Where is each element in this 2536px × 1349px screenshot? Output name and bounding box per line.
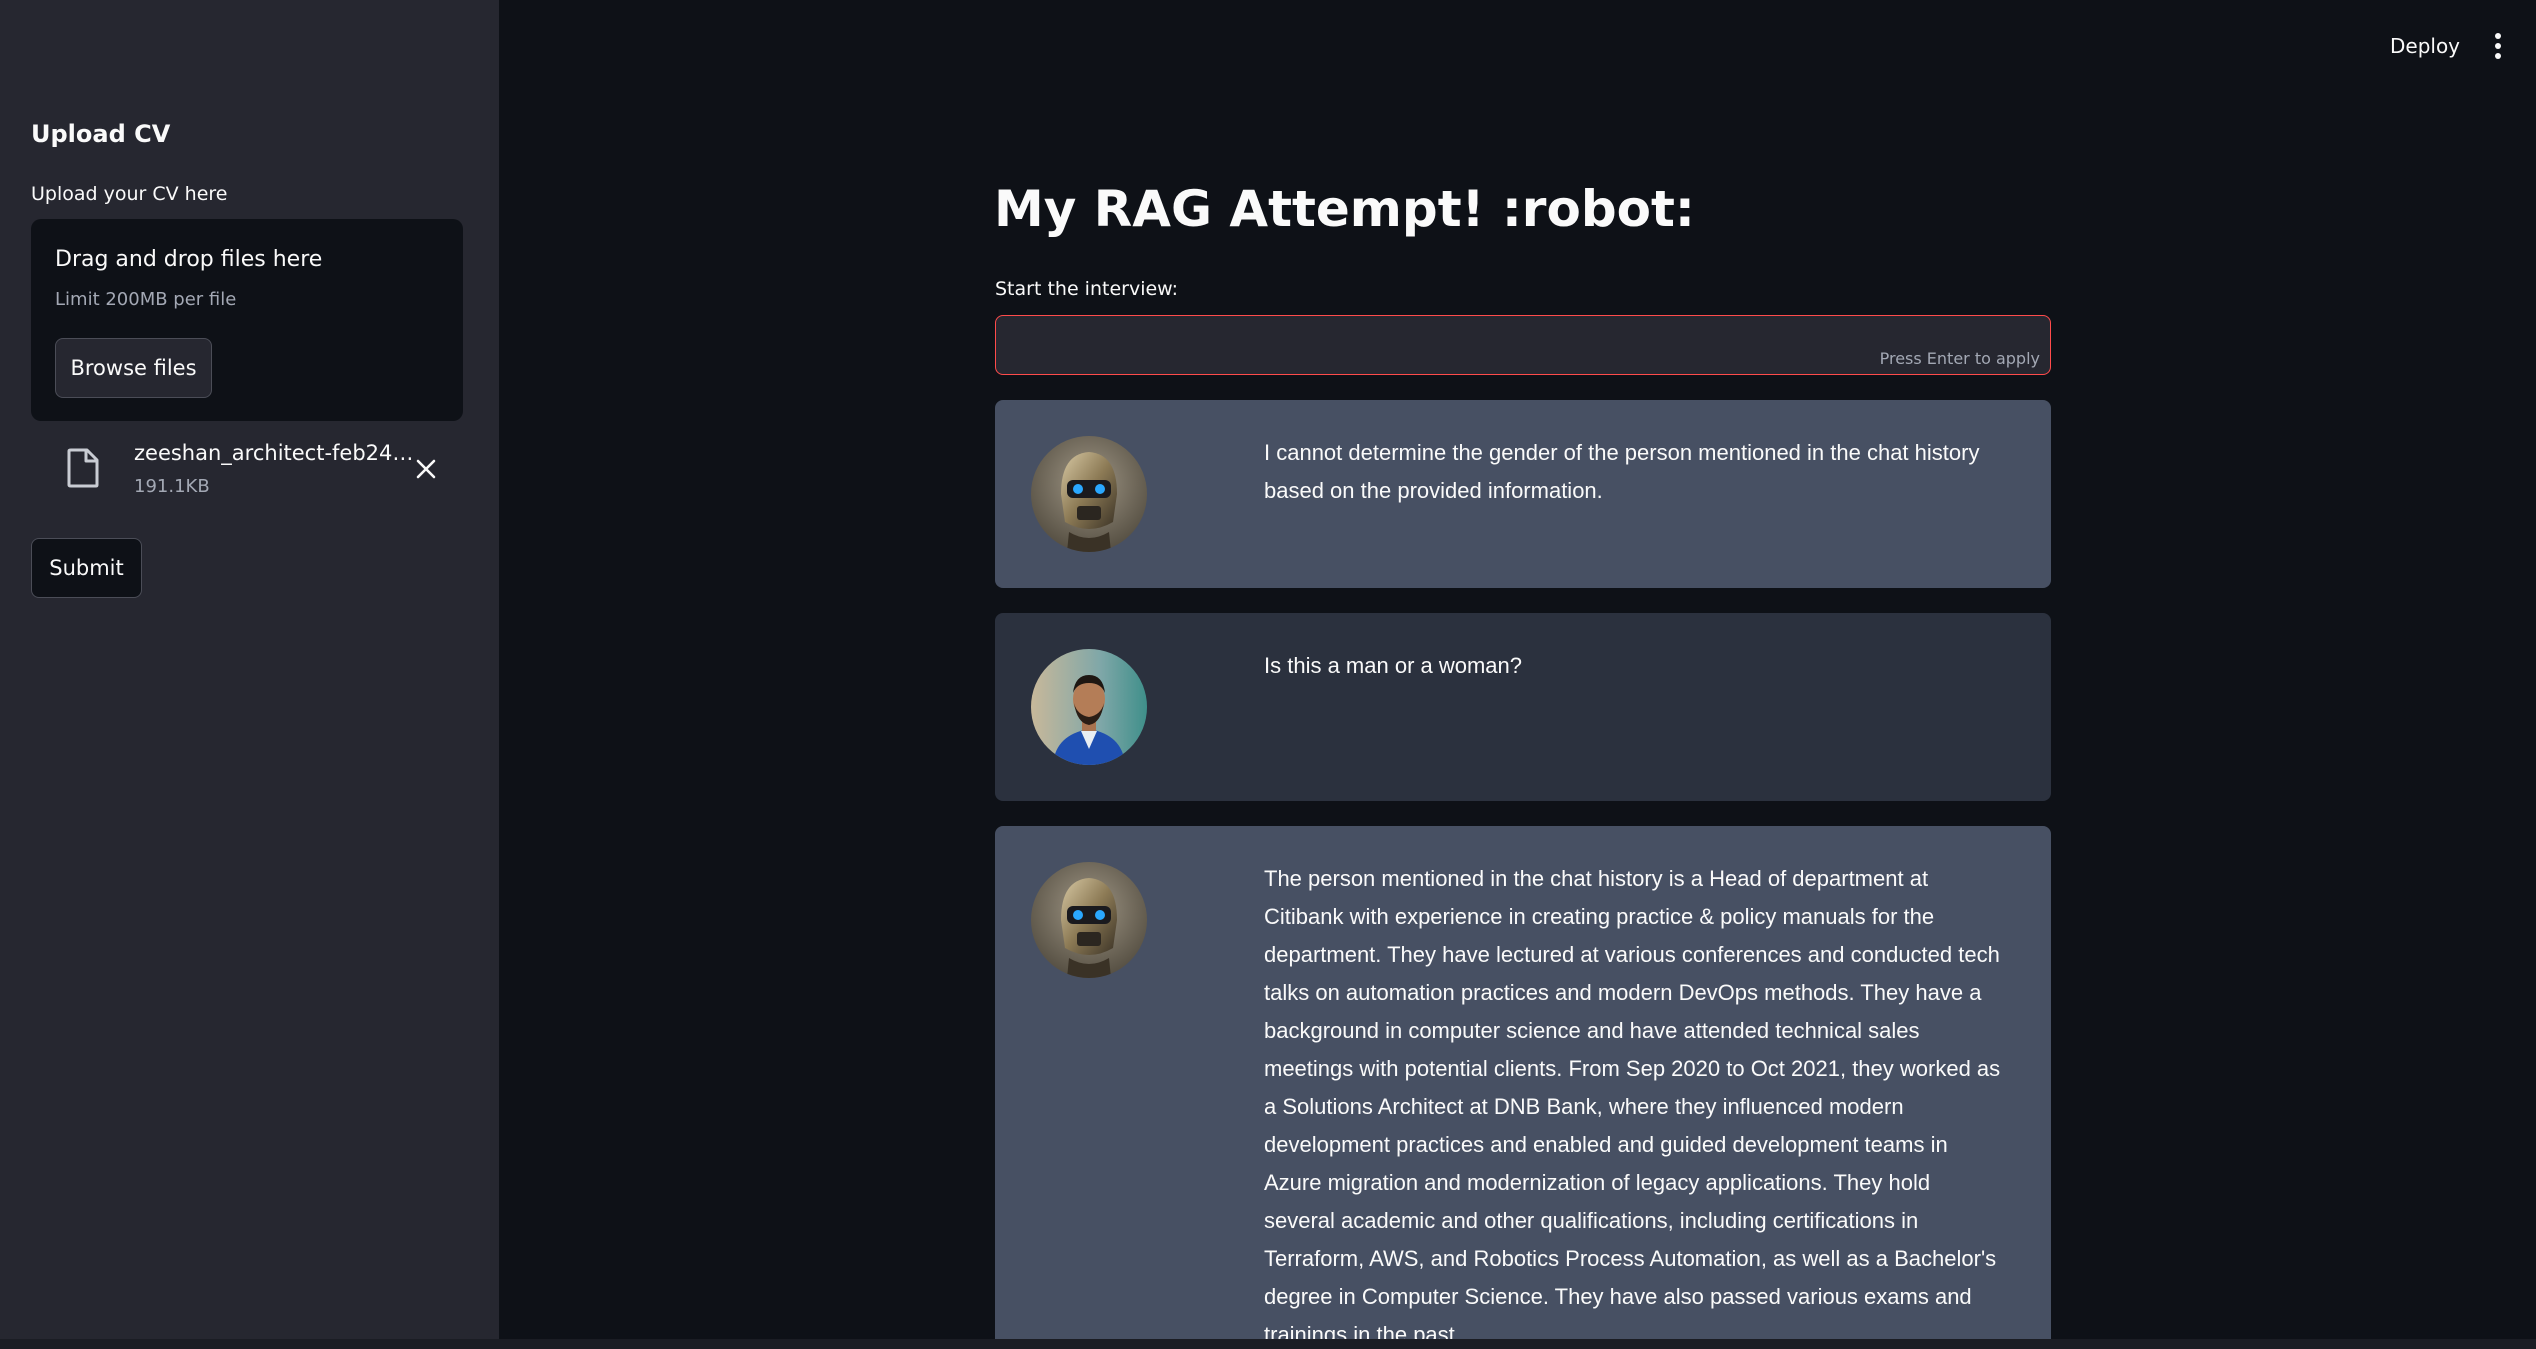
chat-message-user: Is this a man or a woman? xyxy=(995,613,2051,801)
message-text: I cannot determine the gender of the per… xyxy=(1264,440,1980,503)
more-vertical-icon[interactable] xyxy=(2485,28,2511,64)
dropzone-title: Drag and drop files here xyxy=(55,247,323,272)
bottom-edge xyxy=(0,1339,2536,1349)
file-icon xyxy=(67,448,99,488)
file-size: 191.1KB xyxy=(134,476,210,497)
close-icon[interactable] xyxy=(411,454,441,484)
input-hint: Press Enter to apply xyxy=(1879,349,2040,368)
user-avatar xyxy=(1031,649,1147,765)
file-dropzone[interactable]: Drag and drop files here Limit 200MB per… xyxy=(31,219,463,421)
input-label: Start the interview: xyxy=(995,278,1179,300)
page-title: My RAG Attempt! :robot: xyxy=(994,180,1695,238)
message-text: Is this a man or a woman? xyxy=(1264,653,1523,678)
uploader-label: Upload your CV here xyxy=(31,183,228,205)
sidebar: Upload CV Upload your CV here Drag and d… xyxy=(0,0,499,1349)
chat-message-bot: I cannot determine the gender of the per… xyxy=(995,400,2051,588)
file-name: zeeshan_architect-feb24.pdf xyxy=(134,441,414,465)
chat-message-bot: The person mentioned in the chat history… xyxy=(995,826,2051,1349)
submit-button[interactable]: Submit xyxy=(31,538,142,598)
sidebar-title: Upload CV xyxy=(31,120,171,148)
robot-avatar xyxy=(1031,862,1147,978)
message-text: The person mentioned in the chat history… xyxy=(1264,866,2001,1347)
browse-files-button[interactable]: Browse files xyxy=(55,338,212,398)
robot-avatar xyxy=(1031,436,1147,552)
deploy-button[interactable]: Deploy xyxy=(2380,28,2470,64)
dropzone-limit: Limit 200MB per file xyxy=(55,289,237,310)
uploaded-file: zeeshan_architect-feb24.pdf 191.1KB xyxy=(31,436,463,506)
